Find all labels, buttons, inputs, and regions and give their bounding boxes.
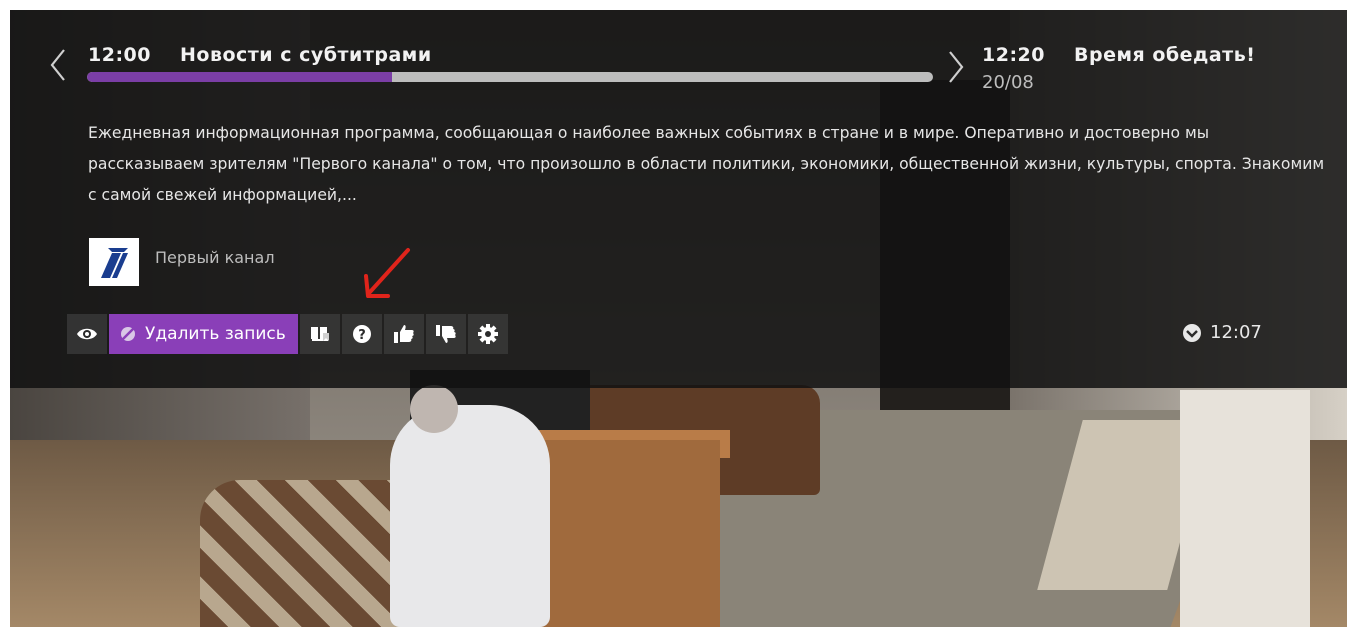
- first-channel-logo-icon: [101, 248, 128, 278]
- program-description: Ежедневная информационная программа, соо…: [88, 124, 1325, 204]
- current-program-time: 12:00: [88, 44, 151, 66]
- next-program-time: 12:20: [982, 44, 1045, 66]
- svg-text:?: ?: [358, 328, 366, 343]
- thumbs-up-icon: [393, 325, 414, 343]
- settings-button[interactable]: [467, 314, 508, 354]
- help-button[interactable]: ?: [341, 314, 382, 354]
- next-program-date: 20/08: [982, 72, 1034, 93]
- channel-name: Первый канал: [155, 248, 275, 267]
- status-area: 12:07: [1182, 322, 1262, 343]
- eye-icon: [77, 328, 97, 340]
- tv-screen: 12:00 Новости с субтитрами 12:20 Время о…: [10, 10, 1347, 627]
- clock-time: 12:07: [1210, 322, 1262, 343]
- watch-button[interactable]: [67, 314, 107, 354]
- previous-program-arrow[interactable]: [50, 48, 66, 88]
- info-book-button[interactable]: [299, 314, 340, 354]
- no-record-icon: [121, 327, 135, 341]
- program-info-panel: 12:00 Новости с субтитрами 12:20 Время о…: [10, 10, 1347, 388]
- book-icon: [310, 327, 329, 341]
- dislike-button[interactable]: [425, 314, 466, 354]
- delete-record-button[interactable]: Удалить запись: [109, 314, 298, 354]
- chevron-left-icon: [50, 49, 65, 81]
- program-progress-bar: [87, 72, 933, 82]
- current-program-title: Новости с субтитрами: [180, 44, 432, 66]
- next-program-arrow[interactable]: [948, 50, 964, 90]
- like-button[interactable]: [383, 314, 424, 354]
- program-progress-fill: [87, 72, 392, 82]
- next-program-title: Время обедать!: [1074, 44, 1256, 66]
- help-icon: ?: [352, 325, 371, 343]
- chevron-down-circle-icon: [1183, 323, 1201, 342]
- first-channel-logo: [89, 238, 139, 286]
- delete-record-label: Удалить запись: [145, 324, 286, 344]
- chevron-right-icon: [949, 51, 964, 83]
- action-toolbar: Удалить запись ?: [67, 314, 510, 354]
- thumbs-down-icon: [435, 325, 456, 343]
- gear-icon: [477, 324, 498, 344]
- annotation-arrow-icon: [364, 248, 410, 298]
